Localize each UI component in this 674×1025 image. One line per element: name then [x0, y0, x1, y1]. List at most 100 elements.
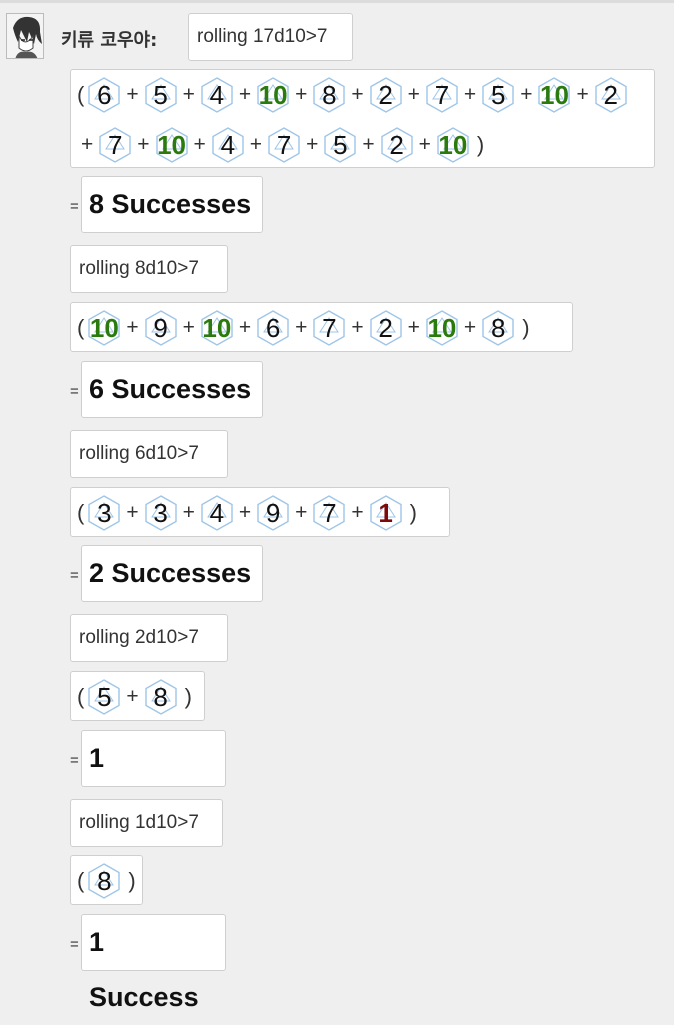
die-value: 3	[97, 498, 112, 529]
die-face: 1	[366, 493, 406, 533]
die-face: 6	[84, 75, 124, 115]
die-face: 9	[141, 308, 181, 348]
open-paren: (	[77, 82, 85, 108]
plus-sign: +	[306, 132, 319, 156]
die-face: 10	[84, 308, 124, 348]
die-face: 3	[84, 493, 124, 533]
die-value: 2	[378, 313, 393, 344]
plus-sign: +	[126, 501, 139, 525]
die-face: 5	[320, 125, 360, 165]
die-value: 10	[427, 313, 457, 344]
success-total: 6 Successes	[81, 361, 263, 418]
die-value: 10	[89, 313, 119, 344]
open-paren: (	[77, 315, 85, 341]
plus-sign: +	[295, 501, 308, 525]
die-value: 7	[322, 498, 337, 529]
die-face: 7	[309, 493, 349, 533]
die-value: 7	[434, 80, 450, 111]
die-face: 4	[197, 493, 237, 533]
plus-sign: +	[126, 83, 139, 107]
die-value: 10	[157, 129, 186, 160]
avatar[interactable]	[6, 13, 44, 59]
close-paren: )	[409, 500, 417, 526]
dice-result-box: (3 +3 +4 +9 +7 +1)	[70, 487, 450, 537]
die-value: 10	[539, 80, 569, 111]
plus-sign: +	[182, 501, 195, 525]
die-face: 7	[309, 308, 349, 348]
die-value: 7	[108, 129, 123, 160]
die-value: 7	[276, 129, 292, 160]
plus-sign: +	[418, 132, 431, 156]
open-paren: (	[77, 684, 85, 710]
plus-sign: +	[351, 83, 364, 107]
plus-sign: +	[238, 316, 252, 340]
plus-sign: +	[126, 316, 139, 340]
die-face: 10	[197, 308, 237, 348]
die-face: 2	[366, 308, 406, 348]
die-value: 5	[490, 80, 506, 111]
die-face: 10	[253, 75, 293, 115]
die-face: 5	[478, 75, 518, 115]
open-paren: (	[77, 868, 85, 894]
die-value: 4	[209, 498, 225, 529]
die-face: 6	[253, 308, 293, 348]
plus-sign: +	[351, 501, 364, 525]
plus-sign: +	[137, 132, 150, 156]
plus-sign: +	[295, 316, 308, 340]
sender-name: 키류 코우야:	[61, 30, 158, 51]
die-face: 7	[264, 125, 304, 165]
die-value: 5	[333, 129, 348, 160]
die-face: 9	[253, 493, 293, 533]
die-face: 2	[591, 75, 631, 115]
die-face: 8	[478, 308, 518, 348]
dice-result-box: (10 +9 +10 +6 +7 +2 +10 +8)	[70, 302, 573, 352]
roll-command: rolling 17d10>7	[188, 13, 353, 61]
die-face: 7	[95, 125, 135, 165]
close-paren: )	[476, 131, 485, 157]
die-face: 7	[422, 75, 462, 115]
die-face: 10	[534, 75, 574, 115]
plus-sign: +	[295, 83, 308, 107]
die-face: 3	[141, 493, 181, 533]
roll-command: rolling 6d10>7	[70, 430, 228, 478]
die-value: 9	[265, 498, 281, 529]
die-face: 10	[422, 308, 462, 348]
plus-sign: +	[407, 316, 420, 340]
die-value: 6	[265, 313, 281, 344]
roll-command: rolling 1d10>7	[70, 799, 223, 847]
die-value: 10	[438, 129, 468, 160]
roll-command: rolling 2d10>7	[70, 614, 228, 662]
die-value: 8	[322, 80, 337, 111]
open-paren: (	[77, 500, 85, 526]
die-value: 4	[209, 80, 225, 111]
close-paren: )	[128, 868, 136, 894]
plus-sign: +	[463, 316, 477, 340]
plus-sign: +	[463, 83, 477, 107]
success-total: 1 Success	[81, 914, 226, 1012]
dice-result-box: (6 +5 +4 +10 +8 +2 +7 +5 +10 +2 +7 +10 +4 +7 +5 +2 +10)	[70, 69, 655, 168]
die-value: 8	[97, 866, 112, 897]
plus-sign: +	[182, 83, 195, 107]
die-face: 10	[152, 125, 192, 165]
plus-sign: +	[407, 83, 420, 107]
success-total: 2 Successes	[81, 545, 263, 602]
die-value: 5	[97, 682, 112, 713]
die-face: 5	[141, 75, 181, 115]
die-face: 8	[309, 75, 349, 115]
die-face: 2	[366, 75, 406, 115]
die-value: 2	[378, 80, 393, 111]
die-value: 1	[378, 498, 393, 529]
success-total: 1 Success	[81, 730, 226, 828]
plus-sign: +	[238, 83, 252, 107]
plus-sign: +	[238, 501, 252, 525]
success-total: 8 Successes	[81, 176, 263, 233]
plus-sign: +	[576, 83, 589, 107]
die-face: 8	[141, 677, 181, 717]
equals-sign: =	[70, 567, 79, 584]
die-face: 2	[377, 125, 417, 165]
top-border	[0, 0, 674, 3]
close-paren: )	[522, 315, 530, 341]
dice-result-box: (8)	[70, 855, 143, 905]
die-face: 8	[84, 861, 124, 901]
die-value: 8	[490, 313, 506, 344]
